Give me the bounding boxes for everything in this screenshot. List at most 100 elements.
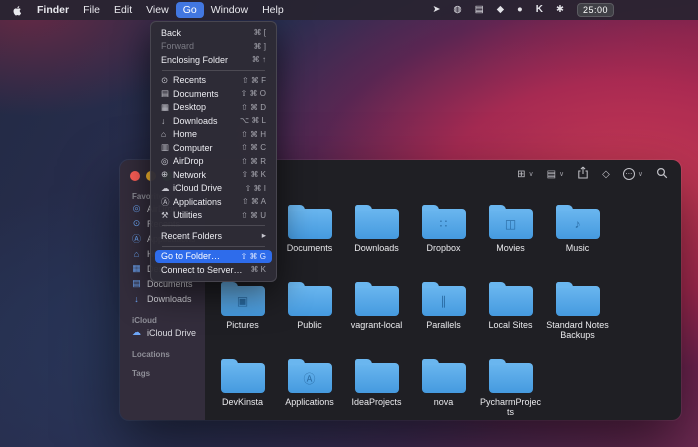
apple-menu-icon[interactable] xyxy=(7,4,30,16)
menu-item-shortcut: ⇧ ⌘ C xyxy=(241,143,266,153)
close-button[interactable] xyxy=(130,171,140,181)
folder-icon: ♪ xyxy=(555,205,600,239)
sidebar-item-downloads[interactable]: ↓ Downloads xyxy=(120,291,205,306)
computer-icon: ▥ xyxy=(161,142,170,153)
menu-item-label: Documents xyxy=(173,88,219,99)
share-button[interactable] xyxy=(577,166,589,182)
airdrop-icon: ◎ xyxy=(161,155,169,166)
folder-devkinsta[interactable]: DevKinsta xyxy=(209,358,276,420)
folder-icon xyxy=(488,282,533,316)
folder-label: Standard Notes Backups xyxy=(546,320,609,341)
folder-local-sites[interactable]: Local Sites xyxy=(477,281,544,358)
grid-view-button[interactable]: ⊞ ∨ xyxy=(517,169,534,180)
folder-applications[interactable]: Ⓐ Applications xyxy=(276,358,343,420)
more-actions-button[interactable]: ⋯ ∨ xyxy=(622,168,643,180)
menu-item-downloads[interactable]: ↓ Downloads ⌥ ⌘ L xyxy=(155,114,272,128)
menu-item-home[interactable]: ⌂ Home ⇧ ⌘ H xyxy=(155,128,272,142)
folder-label: Downloads xyxy=(354,243,399,253)
rows-icon[interactable]: ▤ xyxy=(475,5,484,15)
folder-pictures[interactable]: ▣ Pictures xyxy=(209,281,276,358)
menu-item-shortcut: ⇧ ⌘ A xyxy=(241,197,266,207)
menu-bar: Finder File Edit View Go Window Help ➤ ◍… xyxy=(0,0,698,20)
sidebar-item-icloud-drive[interactable]: ☁ iCloud Drive xyxy=(120,325,205,340)
menu-file[interactable]: File xyxy=(76,2,107,18)
menu-item-recent-folders[interactable]: Recent Folders ▸ xyxy=(155,229,272,243)
menu-item-connect-to-server[interactable]: Connect to Server… ⌘ K xyxy=(155,263,272,277)
folder-icon xyxy=(354,282,399,316)
folder-icon xyxy=(555,282,600,316)
menu-help[interactable]: Help xyxy=(255,2,291,18)
folder-glyph xyxy=(288,286,332,316)
menu-item-airdrop[interactable]: ◎ AirDrop ⇧ ⌘ R xyxy=(155,155,272,169)
keybase-icon[interactable]: K xyxy=(536,5,543,15)
menu-item-applications[interactable]: Ⓐ Applications ⇧ ⌘ A xyxy=(155,195,272,209)
search-button[interactable] xyxy=(656,167,668,182)
menu-item-computer[interactable]: ▥ Computer ⇧ ⌘ C xyxy=(155,141,272,155)
menu-item-recents[interactable]: ⊙ Recents ⇧ ⌘ F xyxy=(155,74,272,88)
folder-movies[interactable]: ◫ Movies xyxy=(477,204,544,281)
user-icon[interactable]: ● xyxy=(517,5,523,15)
document-icon: ▤ xyxy=(161,88,170,99)
menu-go[interactable]: Go xyxy=(175,2,204,18)
folder-icon: Ⓐ xyxy=(287,359,332,393)
folder-glyph xyxy=(288,209,332,239)
folder-glyph: ∥ xyxy=(440,294,447,308)
list-view-button[interactable]: ▤ ∨ xyxy=(547,169,565,180)
applications-icon: Ⓐ xyxy=(131,234,141,244)
folder-glyph: ♪ xyxy=(574,217,581,231)
menu-item-network[interactable]: ⊕ Network ⇧ ⌘ K xyxy=(155,168,272,182)
menu-item-go-to-folder[interactable]: Go to Folder… ⇧ ⌘ G xyxy=(155,249,272,263)
bell-icon[interactable]: ◆ xyxy=(497,5,504,15)
menu-item-label: Home xyxy=(173,129,198,140)
folder-glyph xyxy=(221,363,265,393)
menu-finder[interactable]: Finder xyxy=(30,2,76,18)
menu-edit[interactable]: Edit xyxy=(107,2,139,18)
send-icon[interactable]: ➤ xyxy=(432,5,440,15)
clock-icon: ⊙ xyxy=(161,74,169,85)
sidebar-item-label: Downloads xyxy=(147,293,192,304)
menu-item-desktop[interactable]: ▦ Desktop ⇧ ⌘ D xyxy=(155,101,272,115)
folder-public[interactable]: Public xyxy=(276,281,343,358)
menu-item-enclosing-folder[interactable]: Enclosing Folder ⌘ ↑ xyxy=(155,53,272,67)
menu-item-back[interactable]: Back ⌘ [ xyxy=(155,26,272,40)
folder-downloads[interactable]: Downloads xyxy=(343,204,410,281)
folder-pycharmprojects[interactable]: PycharmProjects xyxy=(477,358,544,420)
folder-icon: ▣ xyxy=(220,282,265,316)
menu-item-shortcut: ⇧ ⌘ U xyxy=(241,210,266,220)
utilities-icon: ⚒ xyxy=(161,209,169,220)
folder-label: DevKinsta xyxy=(221,397,264,407)
desktop-icon: ▦ xyxy=(132,263,141,273)
folder-documents[interactable]: Documents xyxy=(276,204,343,281)
folder-ideaprojects[interactable]: IdeaProjects xyxy=(343,358,410,420)
timer-badge[interactable]: 25:00 xyxy=(576,3,614,17)
folder-music[interactable]: ♪ Music xyxy=(544,204,611,281)
menu-item-label: Network xyxy=(173,169,207,180)
folder-parallels[interactable]: ∥ Parallels xyxy=(410,281,477,358)
menu-item-icloud-drive[interactable]: ☁ iCloud Drive ⇧ ⌘ I xyxy=(155,182,272,196)
folder-nova[interactable]: nova xyxy=(410,358,477,420)
menu-item-shortcut: ⇧ ⌘ G xyxy=(240,251,266,261)
menu-item-documents[interactable]: ▤ Documents ⇧ ⌘ O xyxy=(155,87,272,101)
folder-dropbox[interactable]: ∷ Dropbox xyxy=(410,204,477,281)
folder-label: Local Sites xyxy=(488,320,533,330)
folder-glyph xyxy=(355,209,399,239)
menu-separator xyxy=(162,225,265,226)
folder-icon xyxy=(220,359,265,393)
cloud-icon: ☁ xyxy=(161,182,170,193)
menu-item-utilities[interactable]: ⚒ Utilities ⇧ ⌘ U xyxy=(155,209,272,223)
menu-view[interactable]: View xyxy=(139,2,176,18)
menu-window[interactable]: Window xyxy=(204,2,255,18)
tags-button[interactable]: ◇ xyxy=(602,169,610,180)
folder-label: Applications xyxy=(285,397,334,407)
desktop-icon: ▦ xyxy=(161,101,170,112)
submenu-arrow-icon: ▸ xyxy=(261,230,266,241)
folder-standard-notes-backups[interactable]: Standard Notes Backups xyxy=(544,281,611,358)
folder-vagrant-local[interactable]: vagrant-local xyxy=(343,281,410,358)
dot-circle-icon[interactable]: ◍ xyxy=(453,5,461,15)
menu-item-shortcut: ⇧ ⌘ I xyxy=(244,183,266,193)
folder-icon xyxy=(488,359,533,393)
sidebar-header-icloud: iCloud xyxy=(132,316,157,325)
menu-item-label: Back xyxy=(161,27,182,38)
folder-icon xyxy=(421,359,466,393)
asterisk-icon[interactable]: ✱ xyxy=(556,5,564,15)
